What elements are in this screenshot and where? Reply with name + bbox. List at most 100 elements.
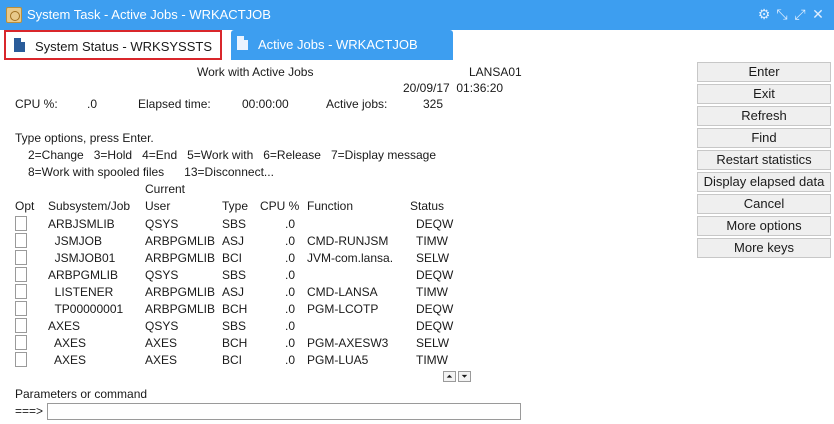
job-user: QSYS <box>145 217 179 231</box>
option-input[interactable] <box>15 216 27 231</box>
job-user: AXES <box>145 353 178 367</box>
column-status: Status <box>410 199 445 213</box>
expand-icon[interactable]: ⤢ <box>792 6 808 22</box>
restart-statistics-button[interactable]: Restart statistics <box>697 150 831 170</box>
find-button[interactable]: Find <box>697 128 831 148</box>
option-input[interactable] <box>15 250 27 265</box>
job-status: DEQW <box>416 217 454 231</box>
job-status: SELW <box>416 336 450 350</box>
page-down-button[interactable]: ⏷ <box>458 371 471 382</box>
job-name: ARBPGMLIB <box>48 268 119 282</box>
command-input[interactable] <box>47 403 521 420</box>
option-input[interactable] <box>15 284 27 299</box>
job-type: BCH <box>222 336 248 350</box>
option-input[interactable] <box>15 352 27 367</box>
job-cpu: .0 <box>285 251 296 265</box>
option-input[interactable] <box>15 318 27 333</box>
tab-label: Active Jobs - WRKACTJOB <box>258 37 418 52</box>
column-user: User <box>145 199 171 213</box>
job-function: PGM-LCOTP <box>307 302 379 316</box>
elapsed-label: Elapsed time: <box>138 97 211 111</box>
job-type: SBS <box>222 319 247 333</box>
options-line-2: 8=Work with spooled files 13=Disconnect.… <box>28 165 274 179</box>
job-status: TIMW <box>416 353 448 367</box>
job-name: JSMJOB <box>48 234 103 248</box>
refresh-button[interactable]: Refresh <box>697 106 831 126</box>
settings-icon[interactable]: ⚙ <box>756 6 772 22</box>
column-cpu: CPU % <box>260 199 300 213</box>
job-cpu: .0 <box>285 268 296 282</box>
job-status: TIMW <box>416 234 448 248</box>
job-cpu: .0 <box>285 336 296 350</box>
job-function: CMD-RUNJSM <box>307 234 389 248</box>
job-user: QSYS <box>145 268 179 282</box>
job-name: TP00000001 <box>48 302 124 316</box>
job-cpu: .0 <box>285 353 296 367</box>
shrink-icon[interactable]: ⤡ <box>774 6 790 22</box>
job-user: ARBPGMLIB <box>145 234 216 248</box>
job-user: ARBPGMLIB <box>145 302 216 316</box>
job-user: QSYS <box>145 319 179 333</box>
close-icon[interactable]: ✕ <box>810 6 826 22</box>
job-status: TIMW <box>416 285 448 299</box>
job-user: ARBPGMLIB <box>145 251 216 265</box>
job-type: SBS <box>222 268 247 282</box>
more-keys-button[interactable]: More keys <box>697 238 831 258</box>
job-name: AXES <box>48 353 87 367</box>
job-cpu: .0 <box>285 319 296 333</box>
job-function: PGM-LUA5 <box>307 353 369 367</box>
job-function: CMD-LANSA <box>307 285 378 299</box>
job-name: LISTENER <box>48 285 114 299</box>
enter-button[interactable]: Enter <box>697 62 831 82</box>
job-name: JSMJOB01 <box>48 251 116 265</box>
job-type: ASJ <box>222 285 245 299</box>
page-up-button[interactable]: ⏶ <box>443 371 456 382</box>
column-function: Function <box>307 199 354 213</box>
job-name: ARBJSMLIB <box>48 217 115 231</box>
job-type: BCI <box>222 353 243 367</box>
active-jobs-value: 325 <box>423 97 444 111</box>
job-function: PGM-AXESW3 <box>307 336 389 350</box>
job-function: JVM-com.lansa. <box>307 251 394 265</box>
job-cpu: .0 <box>285 302 296 316</box>
job-status: DEQW <box>416 302 454 316</box>
column-current-label: Current <box>145 182 186 196</box>
date-time: 20/09/17 01:36:20 <box>403 81 504 95</box>
more-options-button[interactable]: More options <box>697 216 831 236</box>
option-input[interactable] <box>15 301 27 316</box>
option-input[interactable] <box>15 267 27 282</box>
active-jobs-label: Active jobs: <box>326 97 388 111</box>
column-subsystem-job: Subsystem/Job <box>48 199 131 213</box>
parameters-label: Parameters or command <box>15 387 148 401</box>
job-user: AXES <box>145 336 178 350</box>
cancel-button[interactable]: Cancel <box>697 194 831 214</box>
tab-active-jobs[interactable]: Active Jobs - WRKACTJOB <box>231 30 453 60</box>
option-input[interactable] <box>15 335 27 350</box>
options-line-1: 2=Change 3=Hold 4=End 5=Work with 6=Rele… <box>28 148 437 162</box>
display-elapsed-data-button[interactable]: Display elapsed data <box>697 172 831 192</box>
cpu-label: CPU %: <box>15 97 58 111</box>
job-name: AXES <box>48 336 87 350</box>
cpu-value: .0 <box>87 97 98 111</box>
instructions: Type options, press Enter. <box>15 131 154 145</box>
job-status: DEQW <box>416 268 454 282</box>
window-title: System Task - Active Jobs - WRKACTJOB <box>27 7 271 22</box>
document-icon <box>14 38 25 52</box>
job-status: SELW <box>416 251 450 265</box>
option-input[interactable] <box>15 233 27 248</box>
job-status: DEQW <box>416 319 454 333</box>
job-cpu: .0 <box>285 234 296 248</box>
system-name: LANSA01 <box>469 65 522 79</box>
job-name: AXES <box>48 319 81 333</box>
job-type: BCI <box>222 251 243 265</box>
tab-label: System Status - WRKSYSSTS <box>35 39 212 54</box>
job-type: ASJ <box>222 234 245 248</box>
app-icon <box>6 7 22 23</box>
column-type: Type <box>222 199 249 213</box>
exit-button[interactable]: Exit <box>697 84 831 104</box>
job-cpu: .0 <box>285 217 296 231</box>
screen-heading: Work with Active Jobs <box>197 65 314 79</box>
tab-system-status[interactable]: System Status - WRKSYSSTS <box>4 30 222 60</box>
page-up-icon: ⏶ <box>446 372 453 381</box>
title-bar: System Task - Active Jobs - WRKACTJOB ⚙ … <box>0 0 834 30</box>
